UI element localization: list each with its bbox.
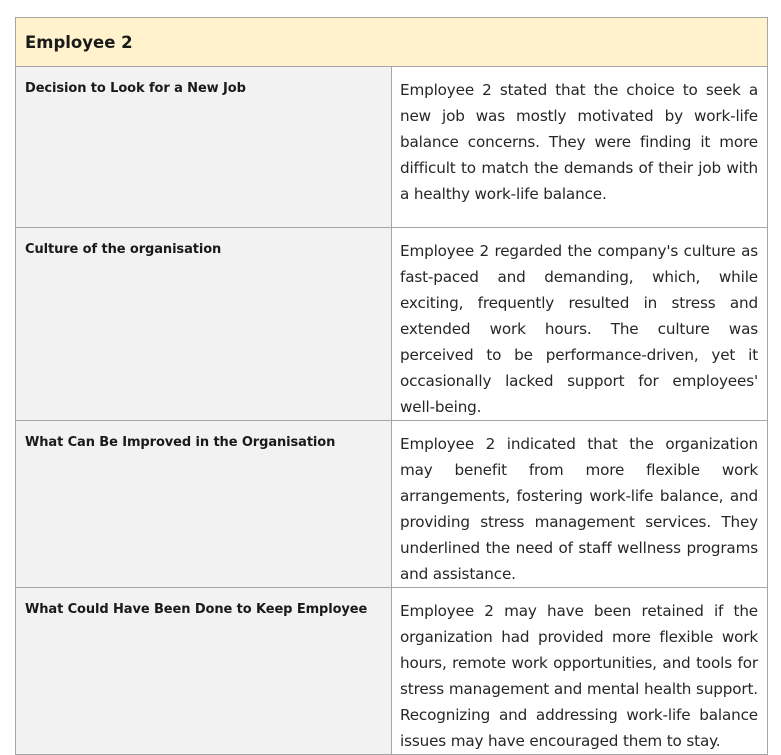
table-row: Culture of the organisation Employee 2 r… [15, 227, 768, 421]
row-text-culture: Employee 2 regarded the company's cultur… [391, 227, 768, 421]
row-label-improvements: What Can Be Improved in the Organisation [15, 420, 392, 588]
employee-summary-table: Employee 2 Decision to Look for a New Jo… [15, 17, 768, 755]
table-title: Employee 2 [15, 17, 768, 67]
row-label-decision: Decision to Look for a New Job [15, 66, 392, 228]
table-row: What Could Have Been Done to Keep Employ… [15, 587, 768, 755]
row-text-retention: Employee 2 may have been retained if the… [391, 587, 768, 755]
row-text-decision: Employee 2 stated that the choice to see… [391, 66, 768, 228]
row-label-retention: What Could Have Been Done to Keep Employ… [15, 587, 392, 755]
row-text-improvements: Employee 2 indicated that the organizati… [391, 420, 768, 588]
table-header-row: Employee 2 [15, 17, 768, 67]
row-label-culture: Culture of the organisation [15, 227, 392, 421]
table-row: Decision to Look for a New Job Employee … [15, 66, 768, 228]
table-row: What Can Be Improved in the Organisation… [15, 420, 768, 588]
